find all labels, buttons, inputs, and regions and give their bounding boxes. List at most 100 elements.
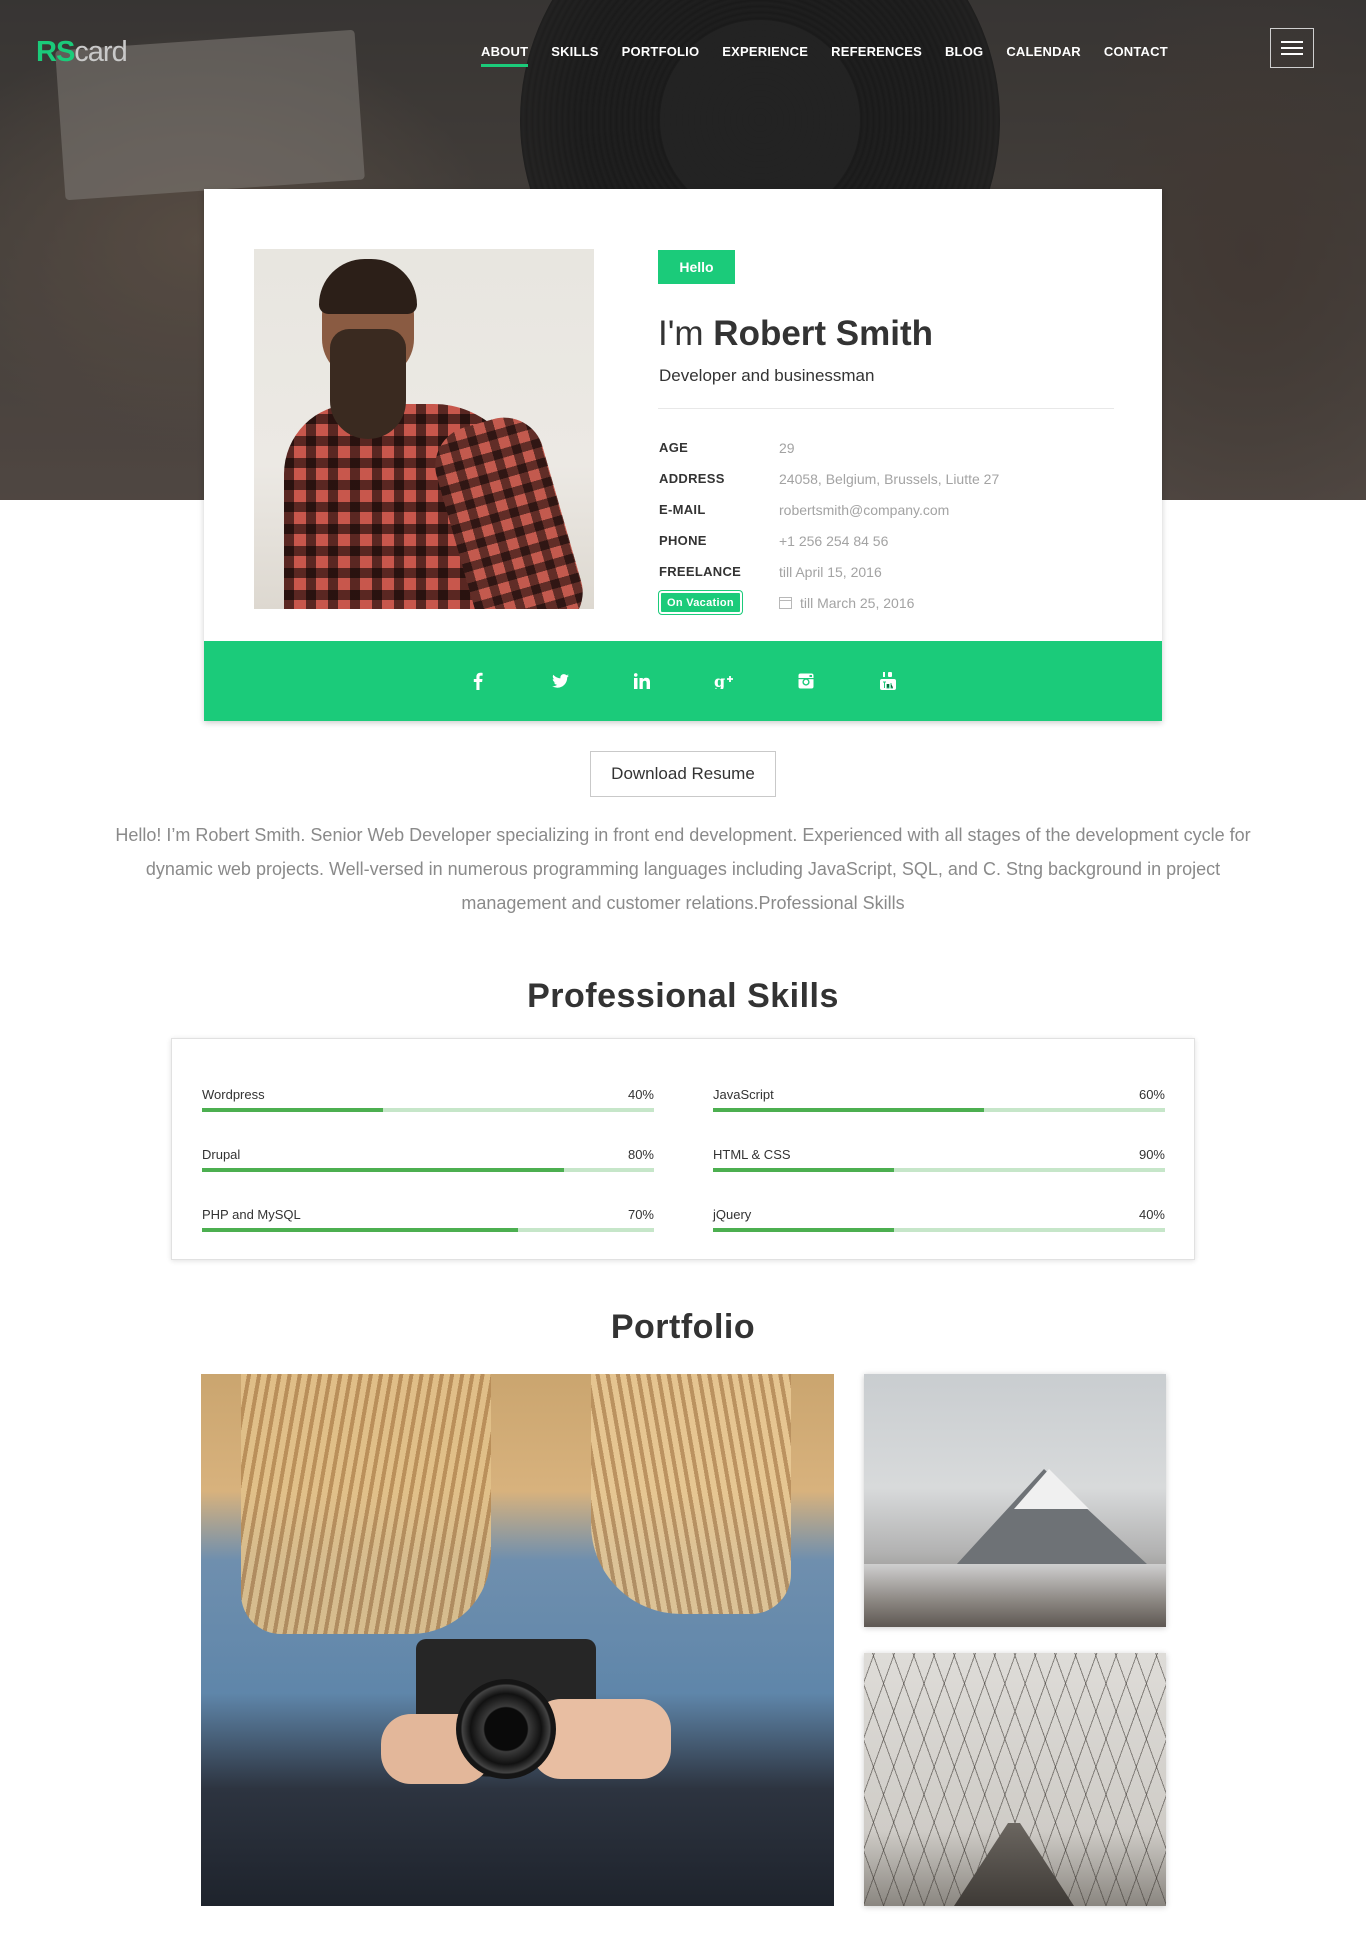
vacation-cell: On Vacation [659,591,779,614]
profile-card: Hello I'm Robert Smith Developer and bus… [204,189,1162,721]
info-value: till April 15, 2016 [779,563,882,580]
skill-item: HTML & CSS 90% [713,1147,1165,1172]
divider [658,408,1114,409]
info-row-address: ADDRESS 24058, Belgium, Brussels, Liutte… [659,463,1119,494]
skill-bar [713,1228,1165,1232]
skill-item: jQuery 40% [713,1207,1165,1232]
skill-percent: 60% [1138,1087,1165,1102]
skill-bar [713,1168,1165,1172]
skill-percent: 80% [627,1147,654,1162]
skill-item: PHP and MySQL 70% [202,1207,654,1232]
nav-experience[interactable]: EXPERIENCE [722,44,808,67]
hamburger-line [1281,41,1303,43]
name-text: Robert Smith [713,314,934,353]
skill-item: JavaScript 60% [713,1087,1165,1112]
portfolio-title: Portfolio [610,1308,756,1346]
info-value: 24058, Belgium, Brussels, Liutte 27 [779,470,1000,487]
skill-name: HTML & CSS [713,1147,791,1162]
instagram-icon[interactable] [765,673,847,689]
skill-name: Wordpress [202,1087,265,1102]
photo-camera-lens [456,1679,556,1779]
info-key: PHONE [659,533,707,548]
site-header: RScard ABOUT SKILLS PORTFOLIO EXPERIENCE… [0,0,1366,100]
youtube-icon[interactable] [847,672,929,690]
vacation-value-cell: till March 25, 2016 [779,595,914,611]
info-key: E-MAIL [659,502,706,517]
nav-blog[interactable]: BLOG [945,44,983,67]
photo-ground [864,1564,1166,1627]
photo-hair-right [591,1374,791,1614]
photo-beard [330,329,406,439]
download-resume-button[interactable]: Download Resume [590,751,776,797]
nav-calendar[interactable]: CALENDAR [1006,44,1081,67]
portfolio-item-camera-photo[interactable] [201,1374,834,1906]
info-key: FREELANCE [659,564,742,579]
google-plus-icon[interactable]: g [683,673,765,689]
skill-bar-fill [713,1168,894,1172]
skill-name: JavaScript [713,1087,774,1102]
profile-name: I'm Robert Smith [658,314,933,354]
skill-bar-fill [713,1228,894,1232]
twitter-icon[interactable] [519,674,601,688]
skill-item: Drupal 80% [202,1147,654,1172]
logo[interactable]: RScard [36,36,128,69]
profile-role: Developer and businessman [659,366,875,385]
skill-bar-fill [202,1228,519,1232]
info-key: ADDRESS [659,471,725,486]
nav-about[interactable]: ABOUT [481,44,529,67]
photo-snow-peak [1014,1469,1089,1509]
skill-bar-fill [713,1108,985,1112]
skill-bar-fill [202,1108,383,1112]
skill-bar [202,1168,654,1172]
info-value-email[interactable]: robertsmith@company.com [779,502,949,518]
skill-bar [713,1108,1165,1112]
hamburger-line [1281,47,1303,49]
info-row-email: E-MAIL robertsmith@company.com [659,494,1119,525]
photo-hair-left [241,1374,491,1634]
linkedin-icon[interactable] [601,673,683,689]
logo-suffix: card [74,36,127,68]
info-row-vacation: On Vacation till March 25, 2016 [659,587,1119,618]
skill-percent: 40% [1138,1207,1165,1222]
skills-title: Professional Skills [527,977,839,1015]
name-prefix: I'm [658,314,704,353]
social-bar: g [204,641,1162,721]
main-nav: ABOUT SKILLS PORTFOLIO EXPERIENCE REFERE… [481,44,1191,67]
hello-badge: Hello [658,250,735,284]
nav-portfolio[interactable]: PORTFOLIO [622,44,700,67]
logo-prefix: RS [36,36,75,68]
skill-bar [202,1228,654,1232]
nav-contact[interactable]: CONTACT [1104,44,1168,67]
profile-info: AGE 29 ADDRESS 24058, Belgium, Brussels,… [659,432,1119,618]
info-value: +1 256 254 84 56 [779,532,889,549]
skill-item: Wordpress 40% [202,1087,654,1112]
skill-bar [202,1108,654,1112]
skills-panel: Wordpress 40% JavaScript 60% Drupal 80% HTM… [171,1038,1195,1260]
skill-percent: 90% [1138,1147,1165,1162]
facebook-icon[interactable] [437,672,519,690]
calendar-icon [779,596,792,609]
info-row-phone: PHONE +1 256 254 84 56 [659,525,1119,556]
skill-name: Drupal [202,1147,241,1162]
photo-hair [319,259,417,314]
info-key: AGE [659,440,689,455]
hamburger-icon[interactable] [1270,28,1314,68]
portfolio-item-mountain-photo[interactable] [864,1374,1166,1627]
profile-photo [254,249,594,609]
vacation-badge: On Vacation [659,591,742,614]
skill-percent: 40% [627,1087,654,1102]
nav-skills[interactable]: SKILLS [551,44,598,67]
portfolio-item-bridge-photo[interactable] [864,1653,1166,1906]
vacation-value: till March 25, 2016 [800,594,915,611]
hamburger-line [1281,53,1303,55]
skill-bar-fill [202,1168,564,1172]
svg-text:g: g [714,673,725,689]
nav-references[interactable]: REFERENCES [831,44,922,67]
info-value: 29 [779,439,795,456]
bio-text: Hello! I’m Robert Smith. Senior Web Deve… [115,825,1251,913]
info-row-freelance: FREELANCE till April 15, 2016 [659,556,1119,587]
skill-name: jQuery [713,1207,752,1222]
skill-percent: 70% [627,1207,654,1222]
skill-name: PHP and MySQL [202,1207,301,1222]
info-row-age: AGE 29 [659,432,1119,463]
